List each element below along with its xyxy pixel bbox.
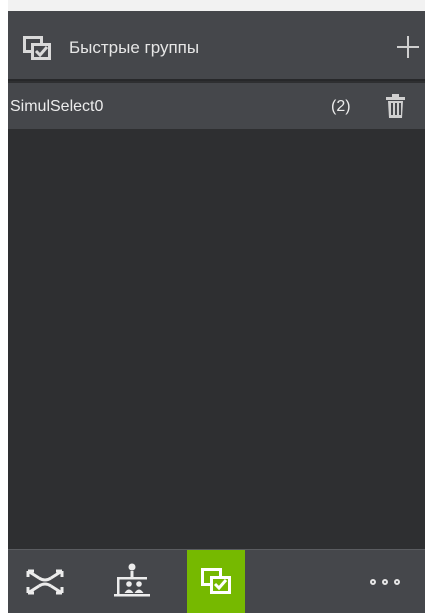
fit-view-icon — [26, 569, 64, 595]
panel-header: Быстрые группы — [8, 11, 425, 81]
trash-icon[interactable] — [385, 94, 406, 118]
bottom-toolbar — [8, 549, 425, 613]
more-icon[interactable] — [364, 550, 414, 613]
groups-list: SimulSelect0 (2) — [8, 83, 425, 129]
group-list-item[interactable]: SimulSelect0 (2) — [8, 83, 425, 129]
quick-groups-button[interactable] — [187, 550, 245, 613]
add-group-button[interactable] — [393, 31, 423, 63]
fit-view-button[interactable] — [20, 550, 72, 613]
group-count: (2) — [331, 98, 351, 115]
hierarchy-button[interactable] — [104, 550, 160, 613]
top-strip — [8, 0, 425, 11]
quick-groups-icon — [23, 36, 51, 60]
quick-groups-panel: Быстрые группы SimulSelect0 (2) — [8, 0, 425, 613]
panel-title: Быстрые группы — [69, 38, 200, 57]
group-name: SimulSelect0 — [10, 98, 104, 115]
quick-groups-icon — [201, 568, 231, 594]
hierarchy-icon — [114, 563, 150, 597]
